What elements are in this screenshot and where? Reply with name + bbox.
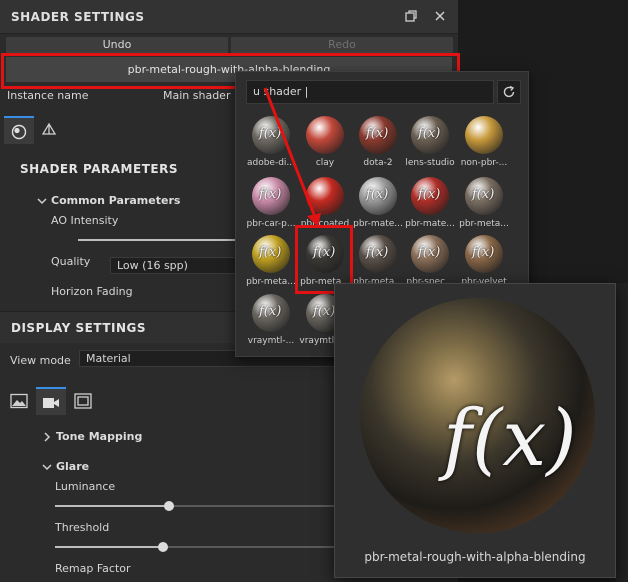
shader-tile[interactable]: f(x) adobe-di... — [245, 114, 297, 172]
shader-tile[interactable]: f(x) pbr-meta... — [245, 233, 297, 291]
ao-intensity-slider[interactable] — [78, 239, 238, 241]
quality-select[interactable]: Low (16 spp) — [110, 257, 238, 274]
instance-name-label: Instance name — [7, 89, 89, 102]
shader-tile-label: pbr-meta... — [459, 219, 509, 229]
fx-glyph-icon: f(x) — [313, 304, 336, 319]
panel-titlebar: SHADER SETTINGS — [0, 0, 458, 34]
redo-button[interactable]: Redo — [231, 37, 453, 53]
threshold-slider-knob[interactable] — [158, 542, 168, 552]
shader-tile-label: vraymtl-... — [247, 336, 295, 346]
viewport-edge — [616, 283, 628, 582]
preview-caption: pbr-metal-rough-with-alpha-blending — [364, 550, 586, 564]
fx-glyph-icon: f(x) — [418, 126, 441, 141]
shader-preview-tooltip: f(x) pbr-metal-rough-with-alpha-blending — [334, 283, 616, 578]
chevron-down-icon[interactable] — [42, 462, 52, 472]
fx-glyph-icon: f(x) — [259, 304, 282, 319]
pyramid-icon — [41, 122, 57, 135]
chevron-down-icon[interactable] — [37, 196, 47, 206]
fx-glyph-icon: f(x) — [472, 245, 495, 260]
common-parameters-heading[interactable]: Common Parameters — [51, 194, 180, 207]
shader-tile[interactable]: f(x) vraymtl-... — [245, 292, 297, 350]
fx-glyph-icon: f(x) — [418, 245, 441, 260]
tab-frame[interactable] — [68, 387, 98, 415]
shader-tile[interactable]: f(x) pbr-mate... — [404, 175, 456, 233]
fx-glyph-icon: f(x) — [366, 187, 389, 202]
fx-glyph-icon: f(x) — [443, 394, 577, 484]
shader-tile-label: non-pbr-... — [460, 158, 508, 168]
view-mode-label: View mode — [10, 354, 71, 367]
fx-glyph-icon: f(x) — [366, 245, 389, 260]
shader-tile-label: pbr-meta... — [246, 277, 296, 287]
tab-camera[interactable] — [36, 387, 66, 415]
undock-icon[interactable] — [404, 9, 418, 23]
instance-name-field[interactable]: Main shader — [157, 88, 237, 105]
threshold-label: Threshold — [55, 521, 110, 534]
frame-icon — [74, 393, 92, 409]
shader-search-input[interactable]: u shader | — [246, 80, 494, 104]
shader-tile-label: pbr-mate... — [405, 219, 455, 229]
display-settings-heading: DISPLAY SETTINGS — [11, 321, 147, 335]
luminance-slider-knob[interactable] — [164, 501, 174, 511]
remap-factor-label: Remap Factor — [55, 562, 131, 575]
shader-tile[interactable]: f(x) lens-studio — [404, 114, 456, 172]
shader-ball-icon — [11, 124, 27, 140]
shader-tile[interactable]: f(x) pbr-mate... — [352, 175, 404, 233]
camera-icon — [43, 398, 59, 408]
refresh-icon — [503, 85, 515, 98]
ao-intensity-label: AO Intensity — [51, 214, 119, 227]
tab-geometry[interactable] — [34, 116, 64, 144]
close-icon[interactable] — [433, 9, 447, 23]
shader-tile-label: lens-studio — [405, 158, 455, 168]
shader-tile[interactable]: f(x) pbr-meta... — [458, 175, 510, 233]
fx-glyph-icon: f(x) — [259, 126, 282, 141]
quality-label: Quality — [51, 255, 91, 268]
shader-tile[interactable]: non-pbr-... — [458, 114, 510, 172]
fx-glyph-icon: f(x) — [418, 187, 441, 202]
shader-tile[interactable]: f(x) pbr-car-p... — [245, 175, 297, 233]
horizon-fading-label: Horizon Fading — [51, 285, 133, 298]
shader-tile-label: pbr-car-p... — [246, 219, 296, 229]
shader-ball-thumbnail — [306, 116, 344, 154]
fx-glyph-icon: f(x) — [259, 187, 282, 202]
shader-tile-label: clay — [315, 158, 335, 168]
chevron-right-icon[interactable] — [42, 432, 52, 442]
threshold-slider-fill — [55, 546, 163, 548]
refresh-button[interactable] — [497, 80, 521, 104]
tab-background[interactable] — [4, 387, 34, 415]
shader-tile-label: pbr-mate... — [353, 219, 403, 229]
shader-ball-thumbnail — [465, 116, 503, 154]
image-icon — [10, 393, 28, 409]
luminance-slider-fill — [55, 505, 169, 507]
glare-heading[interactable]: Glare — [56, 460, 89, 473]
shader-parameters-heading: SHADER PARAMETERS — [20, 162, 178, 176]
luminance-label: Luminance — [55, 480, 116, 493]
shader-tile[interactable]: f(x) dota-2 — [352, 114, 404, 172]
fx-glyph-icon: f(x) — [472, 187, 495, 202]
fx-glyph-icon: f(x) — [366, 126, 389, 141]
tone-mapping-heading[interactable]: Tone Mapping — [56, 430, 142, 443]
tab-shader[interactable] — [4, 116, 34, 144]
fx-glyph-icon: f(x) — [259, 245, 282, 260]
shader-ball-thumbnail — [306, 177, 344, 215]
panel-title: SHADER SETTINGS — [11, 10, 145, 24]
undo-button[interactable]: Undo — [6, 37, 228, 53]
shader-tile-label: adobe-di... — [246, 158, 296, 168]
shader-tile[interactable]: clay — [299, 114, 351, 172]
shader-tile-label: dota-2 — [363, 158, 393, 168]
